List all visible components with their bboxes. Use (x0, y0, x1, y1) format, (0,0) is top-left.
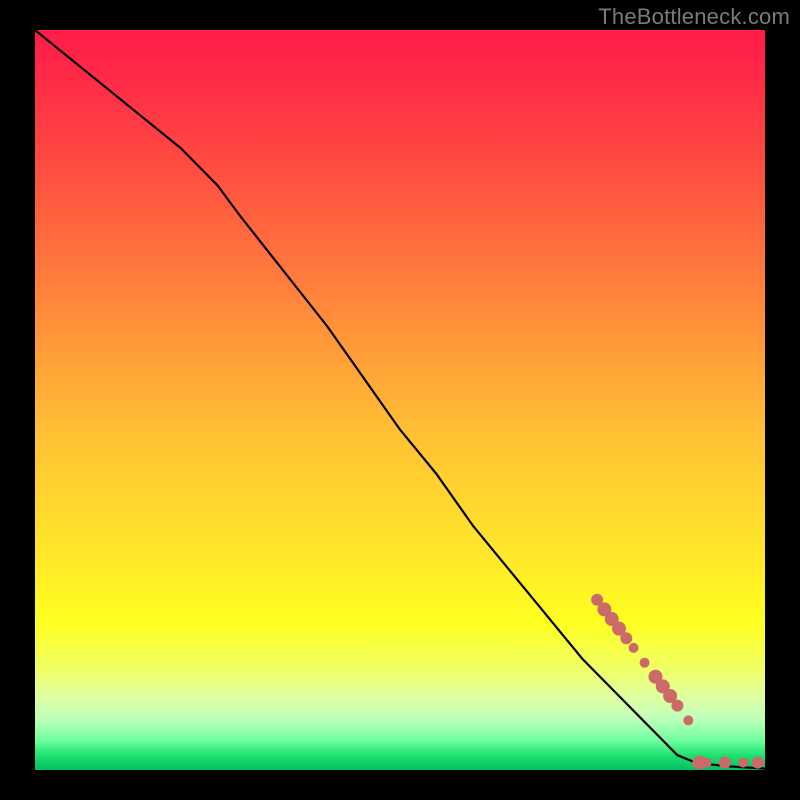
bottleneck-curve-path (35, 30, 765, 769)
data-marker (640, 658, 650, 668)
marker-group (591, 594, 764, 770)
chart-plot-area (35, 30, 765, 770)
data-marker (752, 757, 764, 769)
data-marker (702, 758, 712, 768)
data-marker (683, 715, 693, 725)
data-marker (629, 643, 639, 653)
watermark-text: TheBottleneck.com (598, 4, 790, 30)
chart-svg-layer (35, 30, 765, 770)
data-marker (671, 700, 683, 712)
data-marker (738, 758, 748, 768)
data-marker (719, 757, 731, 769)
data-marker (620, 632, 632, 644)
